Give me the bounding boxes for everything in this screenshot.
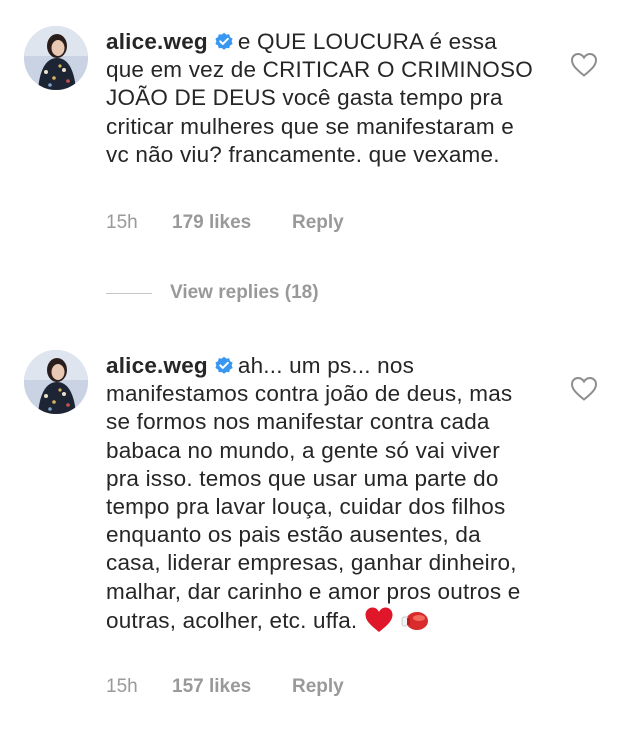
boxing-glove-emoji	[400, 608, 430, 641]
verified-badge-icon	[214, 31, 234, 51]
avatar-photo	[24, 350, 88, 414]
comment-body: alice.weg ah... um ps... nos manifestamos…	[106, 352, 536, 641]
likes-count[interactable]: 179 likes	[172, 212, 292, 234]
like-heart-icon[interactable]	[570, 52, 598, 78]
avatar-photo	[24, 26, 88, 90]
avatar[interactable]	[24, 26, 88, 90]
comment-body: alice.weg e QUE LOUCURA é essa que em vez…	[106, 28, 536, 169]
likes-count[interactable]: 157 likes	[172, 676, 292, 698]
view-replies-button[interactable]: View replies (18)	[106, 282, 319, 304]
comment-time: 15h	[106, 212, 138, 233]
comment-text: ah... um ps... nos manifestamos contra j…	[106, 353, 521, 633]
verified-badge-icon	[214, 355, 234, 375]
reply-button[interactable]: Reply	[292, 212, 344, 234]
view-replies-label: View replies (18)	[170, 282, 319, 303]
comment-meta: 15h 179 likes Reply	[106, 212, 344, 234]
divider-line	[106, 292, 152, 294]
like-heart-icon[interactable]	[570, 376, 598, 402]
username[interactable]: alice.weg	[106, 353, 208, 378]
red-heart-emoji	[364, 606, 394, 641]
avatar[interactable]	[24, 350, 88, 414]
reply-button[interactable]: Reply	[292, 676, 344, 698]
comment-meta: 15h 157 likes Reply	[106, 676, 344, 698]
username[interactable]: alice.weg	[106, 29, 208, 54]
comment-time: 15h	[106, 676, 138, 697]
